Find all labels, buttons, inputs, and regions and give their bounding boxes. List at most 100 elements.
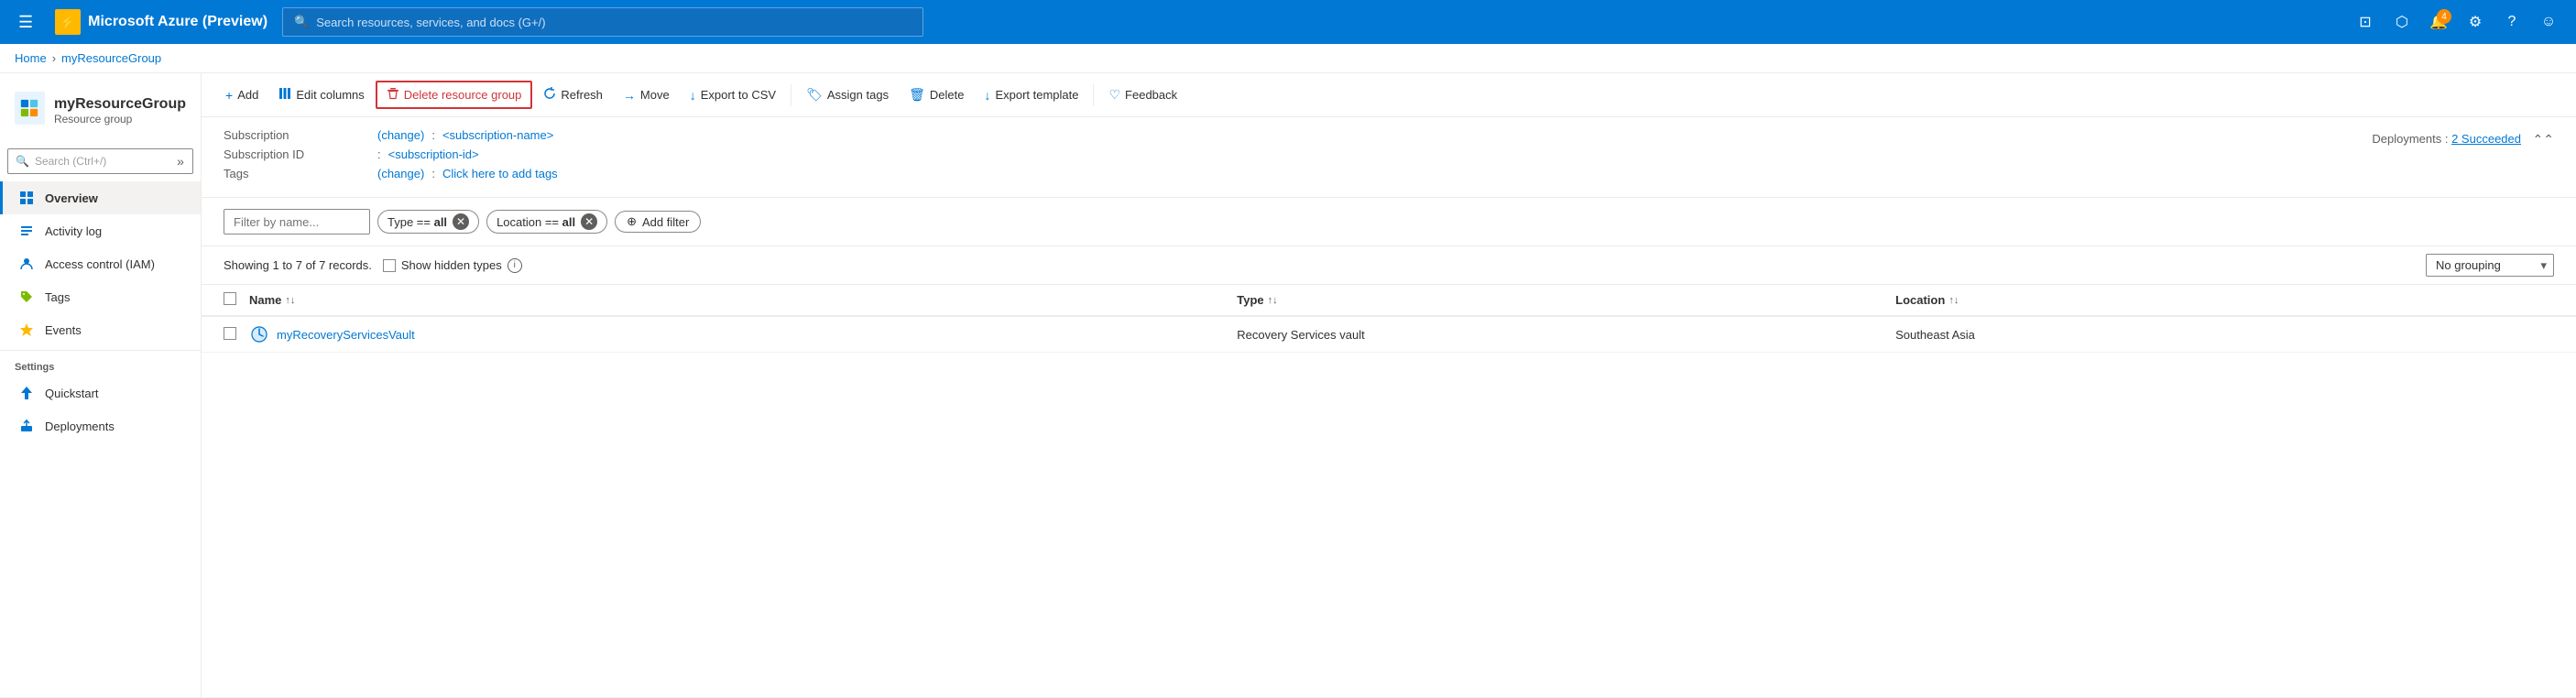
breadcrumb-resource-group[interactable]: myResourceGroup	[61, 51, 161, 65]
sidebar-item-quickstart[interactable]: Quickstart	[0, 376, 201, 409]
show-hidden-types[interactable]: Show hidden types i	[383, 258, 522, 273]
assign-tags-icon: 🏷	[806, 87, 823, 103]
add-button[interactable]: + Add	[216, 83, 267, 107]
type-filter-label: Type == all	[387, 215, 447, 229]
sidebar-item-deployments-label: Deployments	[45, 420, 115, 433]
sidebar-search-wrap: 🔍 »	[7, 148, 193, 174]
app-title: Microsoft Azure (Preview)	[88, 14, 267, 30]
resource-group-icon	[15, 92, 45, 125]
sidebar-item-deployments[interactable]: Deployments	[0, 409, 201, 442]
notification-badge: 4	[2437, 9, 2451, 24]
type-sort-icon[interactable]: ↑↓	[1268, 295, 1278, 306]
info-collapse-btn[interactable]: ⌃⌃	[2533, 132, 2554, 147]
sidebar-item-events-label: Events	[45, 323, 82, 337]
help-icon[interactable]: ?	[2495, 5, 2528, 38]
tags-value[interactable]: Click here to add tags	[442, 167, 558, 180]
info-colon-1: :	[431, 128, 435, 142]
hamburger-icon[interactable]: ☰	[11, 9, 40, 36]
azure-logo: ⚡ Microsoft Azure (Preview)	[48, 9, 275, 35]
resources-table: Name ↑↓ Type ↑↓ Location ↑↓	[202, 285, 2576, 697]
location-filter-tag[interactable]: Location == all ✕	[486, 210, 607, 234]
td-type: Recovery Services vault	[1237, 328, 1895, 342]
sidebar-item-events[interactable]: Events	[0, 313, 201, 346]
account-icon[interactable]: ☺	[2532, 5, 2565, 38]
subscription-row: Subscription (change) : <subscription-na…	[224, 128, 2554, 142]
terminal-icon[interactable]: ⊡	[2349, 5, 2382, 38]
th-type[interactable]: Type ↑↓	[1237, 293, 1895, 307]
td-name: myRecoveryServicesVault	[249, 324, 1237, 344]
top-nav: ☰ ⚡ Microsoft Azure (Preview) 🔍 ⊡ ⬡ 🔔 4 …	[0, 0, 2576, 44]
sidebar-item-quickstart-label: Quickstart	[45, 387, 99, 400]
sidebar-item-activity-log[interactable]: Activity log	[0, 214, 201, 247]
tags-change-link[interactable]: (change)	[377, 167, 424, 180]
type-filter-remove[interactable]: ✕	[453, 213, 469, 230]
delete-button[interactable]: 🗑 Delete	[900, 82, 973, 107]
global-search[interactable]: 🔍	[282, 7, 923, 37]
refresh-button[interactable]: Refresh	[534, 82, 612, 107]
resource-name: myResourceGroup	[54, 96, 186, 113]
row-name-link[interactable]: myRecoveryServicesVault	[277, 328, 415, 342]
export-template-icon: ↓	[984, 88, 990, 103]
th-name[interactable]: Name ↑↓	[249, 293, 1237, 307]
nav-icons-group: ⊡ ⬡ 🔔 4 ⚙ ? ☺	[2349, 5, 2565, 38]
search-icon: 🔍	[294, 15, 309, 29]
move-button[interactable]: → Move	[614, 83, 679, 107]
tags-row: Tags (change) : Click here to add tags	[224, 167, 2554, 180]
sidebar-search-input[interactable]	[35, 155, 177, 168]
row-checkbox[interactable]	[224, 327, 236, 340]
notifications-icon[interactable]: 🔔 4	[2422, 5, 2455, 38]
breadcrumb-home[interactable]: Home	[15, 51, 47, 65]
sidebar-nav: Overview Activity log	[0, 181, 201, 697]
subscription-change-link[interactable]: (change)	[377, 128, 424, 142]
directory-icon[interactable]: ⬡	[2385, 5, 2418, 38]
th-location-label: Location	[1895, 293, 1945, 307]
grouping-select[interactable]: No grouping Resource type Location Tag	[2426, 254, 2554, 277]
search-input[interactable]	[316, 16, 911, 29]
name-sort-icon[interactable]: ↑↓	[285, 295, 295, 306]
sidebar-item-tags[interactable]: Tags	[0, 280, 201, 313]
overview-icon	[17, 189, 36, 207]
activity-log-icon	[17, 222, 36, 240]
deployments-label: Deployments :	[2372, 132, 2448, 146]
filters-section: Type == all ✕ Location == all ✕ ⊕ Add fi…	[202, 198, 2576, 246]
delete-icon: 🗑	[909, 87, 925, 103]
sidebar-item-access-control[interactable]: Access control (IAM)	[0, 247, 201, 280]
add-icon: +	[225, 88, 233, 103]
sidebar-section-settings: Settings	[0, 350, 201, 376]
subscription-value[interactable]: <subscription-name>	[442, 128, 553, 142]
feedback-button[interactable]: ♡ Feedback	[1099, 82, 1186, 107]
subscription-id-value[interactable]: <subscription-id>	[388, 147, 479, 161]
th-location[interactable]: Location ↑↓	[1895, 293, 2554, 307]
assign-tags-button[interactable]: 🏷 Assign tags	[797, 82, 898, 107]
sidebar-collapse-btn[interactable]: »	[169, 150, 191, 172]
move-icon: →	[623, 88, 636, 103]
export-csv-button[interactable]: ↓ Export to CSV	[681, 83, 785, 107]
td-check	[224, 327, 249, 343]
settings-icon[interactable]: ⚙	[2459, 5, 2492, 38]
assign-tags-label: Assign tags	[827, 88, 889, 102]
export-template-button[interactable]: ↓ Export template	[975, 83, 1087, 107]
info-colon-2: :	[377, 147, 381, 161]
move-label: Move	[640, 88, 670, 102]
hidden-types-checkbox[interactable]	[383, 259, 396, 272]
sidebar: myResourceGroup Resource group 🔍 »	[0, 73, 202, 697]
location-filter-remove[interactable]: ✕	[581, 213, 597, 230]
deployments-info: Deployments : 2 Succeeded	[2372, 132, 2521, 146]
sidebar-item-activity-label: Activity log	[45, 224, 102, 238]
deployments-icon	[17, 417, 36, 435]
type-filter-tag[interactable]: Type == all ✕	[377, 210, 479, 234]
add-filter-button[interactable]: ⊕ Add filter	[615, 211, 701, 233]
delete-resource-group-button[interactable]: Delete resource group	[376, 81, 533, 109]
select-all-checkbox[interactable]	[224, 292, 236, 305]
sidebar-search-icon: 🔍	[16, 155, 29, 168]
location-sort-icon[interactable]: ↑↓	[1948, 295, 1959, 306]
add-filter-icon: ⊕	[627, 214, 637, 229]
deployments-value[interactable]: 2 Succeeded	[2451, 132, 2521, 146]
feedback-label: Feedback	[1125, 88, 1177, 102]
breadcrumb-sep: ›	[52, 51, 56, 65]
filter-by-name-input[interactable]	[224, 209, 370, 234]
subscription-id-row: Subscription ID : <subscription-id>	[224, 147, 2554, 161]
hidden-types-info-icon[interactable]: i	[508, 258, 522, 273]
edit-columns-button[interactable]: Edit columns	[269, 82, 373, 107]
sidebar-item-overview[interactable]: Overview	[0, 181, 201, 214]
